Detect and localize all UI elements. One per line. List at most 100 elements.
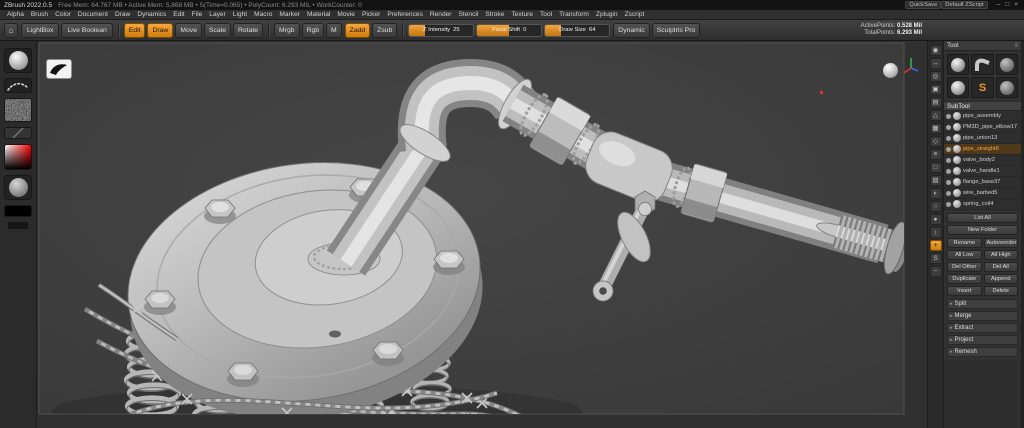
subtool-button[interactable]: All Low xyxy=(947,250,982,260)
close-button[interactable]: × xyxy=(1012,1,1020,10)
subtool-section-bar[interactable]: ▸ Remesh xyxy=(947,347,1018,357)
mode-button[interactable]: Scale xyxy=(203,22,231,38)
right-shelf-icon[interactable]: − xyxy=(929,266,942,277)
right-shelf-icon[interactable]: ◎ xyxy=(929,71,942,82)
paint-toggle[interactable]: M xyxy=(326,22,342,38)
titlebar-button[interactable]: QuickSave xyxy=(905,1,942,9)
shelf-slider[interactable]: Focal Shift 0 xyxy=(476,23,543,37)
menu-item[interactable]: Render xyxy=(430,11,452,18)
subtool-row[interactable]: spring_coil4 xyxy=(944,199,1021,210)
menu-item[interactable]: Brush xyxy=(31,11,48,18)
visibility-eye-icon[interactable] xyxy=(946,157,951,163)
subtool-button[interactable]: Rename xyxy=(947,238,982,248)
texture-selector-icon[interactable] xyxy=(4,127,32,139)
mode-button[interactable]: Rotate xyxy=(233,22,264,38)
subtool-section-bar[interactable]: ▸ Merge xyxy=(947,311,1018,321)
right-shelf-icon[interactable]: ● xyxy=(929,214,942,225)
subtool-header[interactable]: SubTool xyxy=(944,101,1021,111)
main-color-swatch[interactable] xyxy=(4,205,32,217)
menu-item[interactable]: Edit xyxy=(173,11,184,18)
visibility-eye-icon[interactable] xyxy=(946,124,951,130)
menu-item[interactable]: Color xyxy=(55,11,71,18)
shelf-slider[interactable]: Z Intensity 25 xyxy=(408,23,475,37)
menu-item[interactable]: Marker xyxy=(279,11,300,18)
menu-item[interactable]: Material xyxy=(307,11,330,18)
subtool-row[interactable]: wire_barbed5 xyxy=(944,188,1021,199)
right-shelf-icon[interactable]: ≡ xyxy=(929,149,942,160)
paint-toggle[interactable]: Mrgb xyxy=(274,22,300,38)
tool-panel-header[interactable]: Tool ≡ xyxy=(944,41,1021,51)
maximize-button[interactable]: □ xyxy=(1003,1,1011,10)
menu-item[interactable]: Tool xyxy=(540,11,552,18)
subtool-row[interactable]: pipe_assembly xyxy=(944,111,1021,122)
right-shelf-icon[interactable]: ◇ xyxy=(929,136,942,147)
material-selector-icon[interactable] xyxy=(4,175,32,200)
subtool-row[interactable]: valve_body2 xyxy=(944,155,1021,166)
visibility-eye-icon[interactable] xyxy=(946,168,951,174)
shelf-extra-button[interactable]: Dynamic xyxy=(613,22,650,38)
menu-item[interactable]: Zscript xyxy=(625,11,645,18)
right-shelf-icon[interactable]: ↔ xyxy=(929,58,942,69)
subtool-button[interactable]: New Folder xyxy=(947,225,1018,235)
tool-thumbnail[interactable] xyxy=(995,54,1018,75)
subtool-button[interactable]: List All xyxy=(947,213,1018,223)
paint-toggle[interactable]: Rgb xyxy=(301,22,324,38)
subtool-button[interactable]: Autoreorder xyxy=(983,238,1018,248)
panel-menu-icon[interactable]: ≡ xyxy=(1014,43,1018,49)
subtool-section-bar[interactable]: ▸ Project xyxy=(947,335,1018,345)
menu-item[interactable]: Movie xyxy=(337,11,355,18)
menu-item[interactable]: Transform xyxy=(559,11,589,18)
subtool-row[interactable]: pipe_straight8 xyxy=(944,144,1021,155)
mode-button[interactable]: Draw xyxy=(147,22,174,38)
visibility-eye-icon[interactable] xyxy=(946,135,951,141)
right-shelf-icon[interactable]: S xyxy=(929,253,942,264)
tool-thumbnail[interactable] xyxy=(995,77,1018,98)
menu-item[interactable]: Document xyxy=(78,11,108,18)
subtool-button[interactable]: Duplicate xyxy=(947,274,982,284)
tool-thumbnail[interactable] xyxy=(947,77,970,98)
right-shelf-icon[interactable]: ▨ xyxy=(929,175,942,186)
right-shelf-icon[interactable]: ▤ xyxy=(929,97,942,108)
shelf-slider[interactable]: Draw Size 64 xyxy=(544,23,611,37)
menu-item[interactable]: Zplugin xyxy=(596,11,618,18)
shelf-tab[interactable]: LightBox xyxy=(21,22,60,38)
shelf-tab[interactable]: Live Boolean xyxy=(61,22,113,38)
subtool-button[interactable]: Append xyxy=(983,274,1018,284)
stroke-selector-icon[interactable] xyxy=(4,78,32,93)
brush-selector-icon[interactable] xyxy=(4,48,32,73)
mode-button[interactable]: Move xyxy=(175,22,202,38)
menu-item[interactable]: Draw xyxy=(115,11,130,18)
visibility-eye-icon[interactable] xyxy=(946,201,951,207)
visibility-eye-icon[interactable] xyxy=(946,146,951,152)
visibility-eye-icon[interactable] xyxy=(946,113,951,119)
subtool-row[interactable]: PM3D_pipe_elbow17 xyxy=(944,122,1021,133)
right-shelf-icon[interactable]: ▦ xyxy=(929,123,942,134)
tool-thumbnail[interactable] xyxy=(971,54,994,75)
subtool-button[interactable]: Del Other xyxy=(947,262,982,272)
sculpt-toggle[interactable]: Zadd xyxy=(344,22,371,38)
subtool-button[interactable]: Delete xyxy=(983,286,1018,296)
shelf-extra-button[interactable]: Sculptris Pro xyxy=(651,22,701,38)
mode-button[interactable]: Edit xyxy=(123,22,146,38)
menu-item[interactable]: Layer xyxy=(209,11,226,18)
right-shelf-icon[interactable]: + xyxy=(929,240,942,251)
subtool-button[interactable]: All High xyxy=(983,250,1018,260)
sculpt-toggle[interactable]: Zsub xyxy=(372,22,398,38)
subtool-button[interactable]: Del All xyxy=(983,262,1018,272)
right-shelf-icon[interactable]: ▣ xyxy=(929,84,942,95)
right-shelf-icon[interactable]: ◐ xyxy=(929,188,942,199)
minimize-button[interactable]: – xyxy=(995,1,1003,10)
menu-item[interactable]: Light xyxy=(233,11,247,18)
menu-item[interactable]: Stencil xyxy=(459,11,479,18)
document-canvas[interactable] xyxy=(37,41,927,428)
menu-item[interactable]: File xyxy=(192,11,203,18)
menu-item[interactable]: Dynamics xyxy=(137,11,166,18)
menu-item[interactable]: Stroke xyxy=(485,11,504,18)
subtool-section-bar[interactable]: ▸ Extract xyxy=(947,323,1018,333)
subtool-row[interactable]: valve_handle1 xyxy=(944,166,1021,177)
subtool-section-bar[interactable]: ▸ Split xyxy=(947,299,1018,309)
color-picker[interactable] xyxy=(4,144,32,170)
subtool-row[interactable]: flange_base37 xyxy=(944,177,1021,188)
tool-thumbnail[interactable] xyxy=(947,54,970,75)
secondary-color-swatch[interactable] xyxy=(8,222,28,229)
